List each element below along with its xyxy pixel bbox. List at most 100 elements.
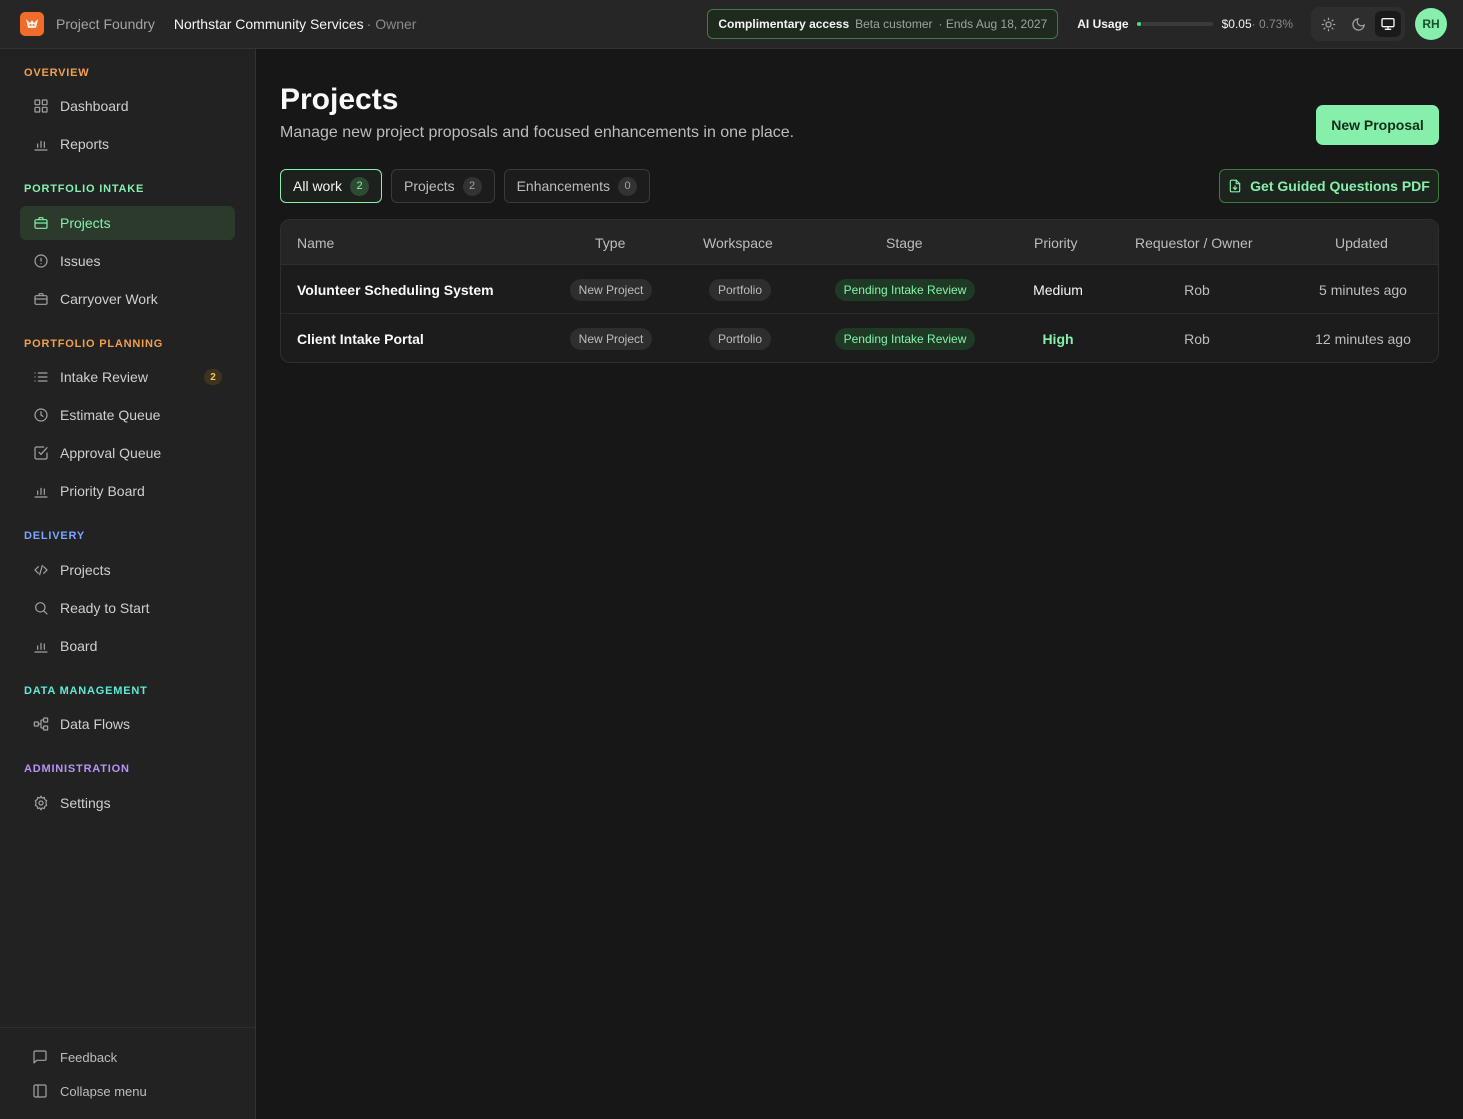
monitor-icon — [1381, 17, 1395, 30]
sidebar-item-label: Projects — [60, 215, 111, 231]
row-owner: Rob — [1184, 330, 1210, 347]
alert-circle-icon — [32, 253, 49, 270]
column-header-workspace[interactable]: Workspace — [703, 235, 773, 251]
sidebar-item-reports[interactable]: Reports — [20, 127, 235, 161]
sidebar-item-intake-review[interactable]: Intake Review 2 — [20, 360, 235, 394]
section-portfolio-intake: PORTFOLIO INTAKE — [24, 183, 145, 195]
sidebar-item-label: Data Flows — [60, 716, 131, 732]
organization-role: · Owner — [366, 16, 417, 32]
bar-chart-icon — [32, 483, 49, 500]
sidebar-item-priority-board[interactable]: Priority Board — [20, 474, 235, 508]
access-label: Complimentary access — [718, 17, 850, 31]
table-row[interactable]: Volunteer Scheduling System New Project … — [281, 265, 1438, 314]
workspace-chip: Portfolio — [708, 327, 772, 350]
column-header-name[interactable]: Name — [297, 235, 334, 251]
check-square-icon — [32, 445, 49, 462]
row-stage-cell: Pending Intake Review — [805, 314, 1005, 362]
search-icon — [32, 600, 49, 617]
type-chip: New Project — [569, 278, 653, 301]
tab-label: Projects — [404, 178, 455, 194]
collapse-menu-button[interactable]: Collapse menu — [32, 1083, 147, 1099]
access-status-pill[interactable]: Complimentary access Beta customer · End… — [707, 9, 1059, 39]
ai-usage-label: AI Usage — [1077, 17, 1129, 31]
section-delivery: DELIVERY — [24, 530, 86, 542]
sidebar-item-label: Projects — [60, 562, 111, 578]
tab-projects[interactable]: Projects 2 — [391, 169, 495, 203]
sidebar-item-board[interactable]: Board — [20, 629, 235, 663]
section-overview: OVERVIEW — [24, 67, 90, 79]
row-name[interactable]: Volunteer Scheduling System — [297, 265, 494, 314]
column-header-priority[interactable]: Priority — [1034, 235, 1078, 251]
sidebar-item-carryover-work[interactable]: Carryover Work — [20, 282, 235, 316]
page-title: Projects — [280, 83, 399, 116]
sidebar-item-settings[interactable]: Settings — [20, 786, 235, 820]
feedback-label: Feedback — [60, 1049, 118, 1065]
sidebar-item-label: Issues — [60, 253, 101, 269]
row-type-cell: New Project — [551, 314, 671, 362]
new-proposal-button[interactable]: New Proposal — [1316, 105, 1439, 145]
work-filter-tabs: All work 2 Projects 2 Enhancements 0 — [280, 169, 650, 203]
guided-questions-pdf-button[interactable]: Get Guided Questions PDF — [1219, 169, 1439, 203]
sidebar-item-label: Priority Board — [60, 483, 145, 499]
sidebar-item-label: Reports — [60, 136, 110, 152]
grid-icon — [32, 98, 49, 115]
sidebar-item-projects[interactable]: Projects — [20, 206, 235, 240]
sidebar: OVERVIEW Dashboard Reports PORTFOLIO INT… — [0, 49, 256, 1119]
sidebar-item-estimate-queue[interactable]: Estimate Queue — [20, 398, 235, 432]
sidebar-item-data-flows[interactable]: Data Flows — [20, 707, 235, 741]
theme-switcher — [1311, 7, 1405, 41]
sidebar-item-dashboard[interactable]: Dashboard — [20, 89, 235, 123]
tab-all-work[interactable]: All work 2 — [280, 169, 383, 203]
organization-name[interactable]: Northstar Community Services — [174, 16, 364, 32]
light-theme-button[interactable] — [1315, 11, 1341, 37]
tab-label: Enhancements — [516, 178, 610, 194]
column-header-updated[interactable]: Updated — [1335, 235, 1388, 251]
panel-left-icon — [32, 1083, 48, 1099]
list-icon — [32, 369, 49, 386]
sidebar-item-ready-to-start[interactable]: Ready to Start — [20, 591, 235, 625]
column-header-stage[interactable]: Stage — [886, 235, 923, 251]
top-bar: Project Foundry Northstar Community Serv… — [0, 0, 1463, 49]
sun-icon — [1321, 17, 1335, 31]
sidebar-item-approval-queue[interactable]: Approval Queue — [20, 436, 235, 470]
row-type-cell: New Project — [551, 265, 671, 314]
ai-usage-meter[interactable]: AI Usage $0.05 · 0.73% — [1077, 17, 1293, 31]
sidebar-item-label: Board — [60, 638, 98, 654]
sidebar-item-delivery-projects[interactable]: Projects — [20, 553, 235, 587]
bar-chart-icon — [32, 136, 49, 153]
table-header: Name Type Workspace Stage Priority Reque… — [281, 220, 1438, 265]
sidebar-item-label: Estimate Queue — [60, 407, 161, 423]
sidebar-item-label: Settings — [60, 795, 111, 811]
column-header-type[interactable]: Type — [595, 235, 625, 251]
row-priority: High — [1042, 330, 1074, 347]
ai-usage-percent: · 0.73% — [1251, 17, 1293, 31]
sidebar-item-label: Intake Review — [60, 369, 148, 385]
tab-enhancements[interactable]: Enhancements 0 — [503, 169, 650, 203]
row-name[interactable]: Client Intake Portal — [297, 314, 424, 362]
workspace-chip: Portfolio — [708, 278, 772, 301]
app-logo-icon[interactable] — [20, 12, 44, 36]
app-name[interactable]: Project Foundry — [56, 16, 155, 32]
workflow-icon — [32, 716, 49, 733]
bar-chart-icon — [32, 638, 49, 655]
main-content: Projects Manage new project proposals an… — [256, 49, 1463, 1119]
system-theme-button[interactable] — [1375, 11, 1401, 37]
feedback-button[interactable]: Feedback — [32, 1049, 117, 1065]
table-row[interactable]: Client Intake Portal New Project Portfol… — [281, 314, 1438, 362]
intake-review-count-badge: 2 — [204, 369, 222, 385]
tab-label: All work — [293, 178, 343, 194]
sidebar-item-issues[interactable]: Issues — [20, 244, 235, 278]
projects-table: Name Type Workspace Stage Priority Reque… — [280, 219, 1439, 363]
dark-theme-button[interactable] — [1345, 11, 1371, 37]
page-subtitle: Manage new project proposals and focused… — [280, 124, 795, 141]
briefcase-icon — [32, 291, 49, 308]
column-header-requestor-owner[interactable]: Requestor / Owner — [1135, 235, 1253, 251]
ai-usage-amount: $0.05 — [1221, 17, 1252, 31]
row-updated: 12 minutes ago — [1315, 330, 1411, 347]
clock-icon — [32, 407, 49, 424]
row-priority: Medium — [1033, 281, 1083, 298]
row-stage-cell: Pending Intake Review — [805, 265, 1005, 314]
user-avatar[interactable]: RH — [1415, 8, 1447, 40]
sidebar-footer: Feedback Collapse menu — [0, 1027, 255, 1119]
sidebar-item-label: Ready to Start — [60, 600, 150, 616]
